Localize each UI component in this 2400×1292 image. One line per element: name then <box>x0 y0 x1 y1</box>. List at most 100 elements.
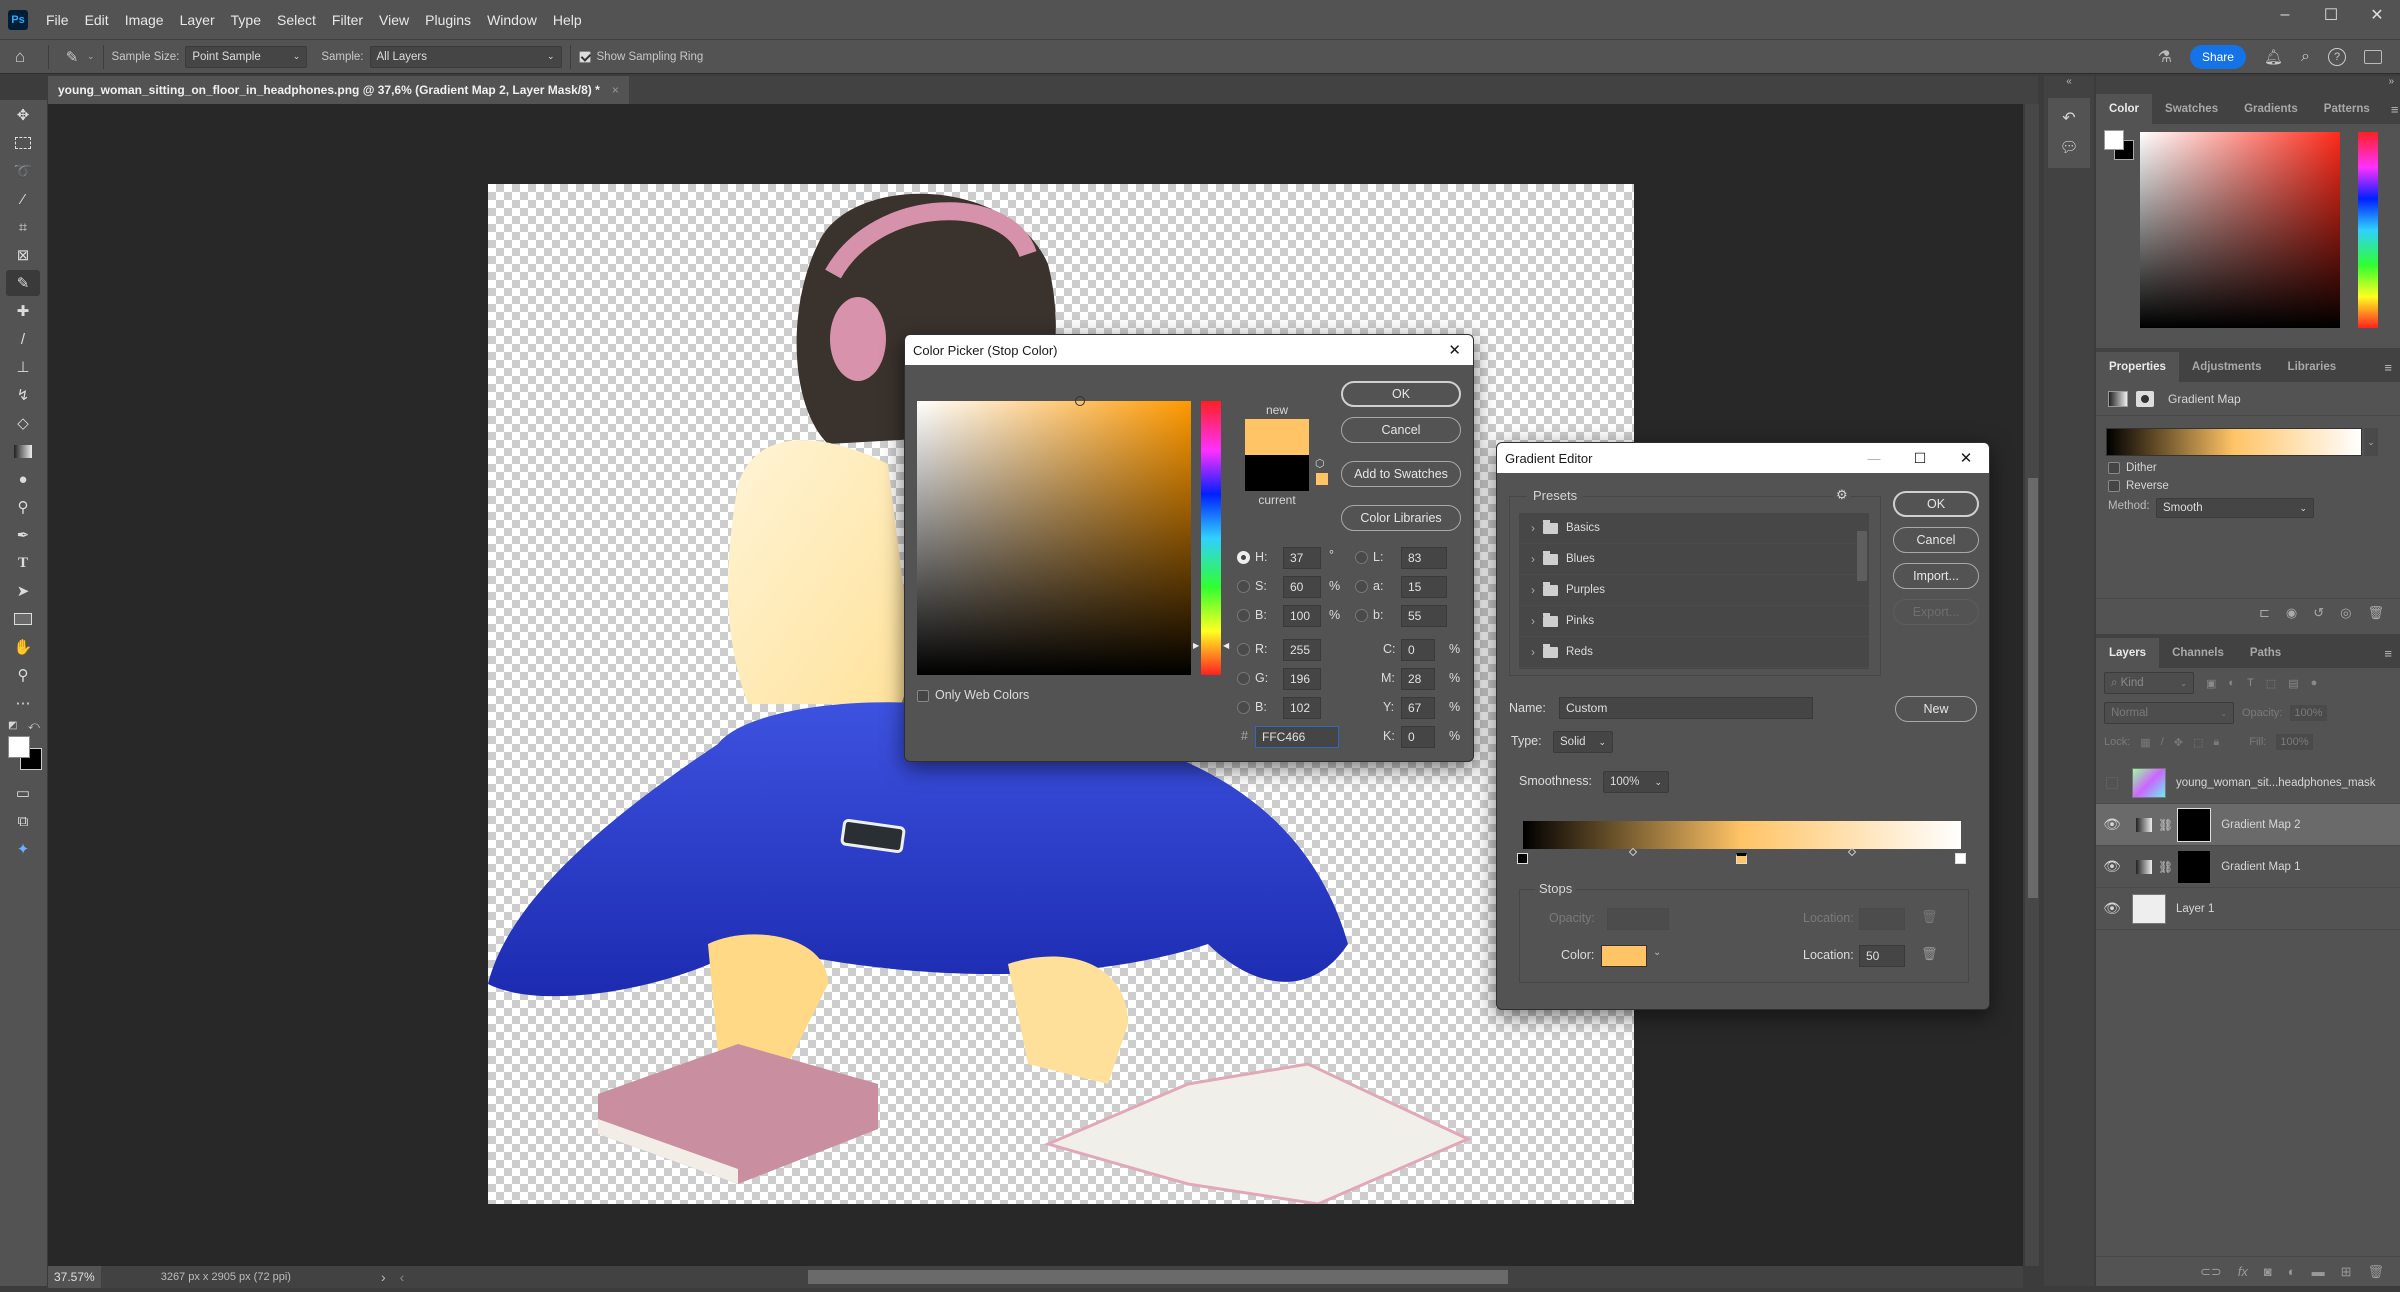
chevron-right-icon[interactable]: › <box>1531 552 1535 566</box>
filter-pixel-icon[interactable]: ▣ <box>2206 677 2216 690</box>
hex-input[interactable]: FFC466 <box>1255 726 1339 748</box>
delete-icon[interactable]: 🗑︎ <box>2367 605 2384 621</box>
document-tab[interactable]: young_woman_sitting_on_floor_in_headphon… <box>48 76 629 104</box>
tab-patterns[interactable]: Patterns <box>2311 94 2383 124</box>
stop-color-swatch[interactable] <box>1601 945 1647 967</box>
new-adjustment-layer-icon[interactable]: ◐ <box>2288 1264 2296 1279</box>
color-field[interactable] <box>2140 132 2340 328</box>
tab-paths[interactable]: Paths <box>2237 638 2294 668</box>
gradient-stops-track[interactable] <box>1517 847 1966 869</box>
import-button[interactable]: Import... <box>1893 563 1979 589</box>
scroll-left-arrow[interactable]: ‹ <box>400 1269 405 1285</box>
new-gradient-button[interactable]: New <box>1895 696 1977 722</box>
color-stop[interactable] <box>1736 853 1747 864</box>
workspace-icon[interactable] <box>2364 49 2382 64</box>
home-icon[interactable]: ⌂ <box>0 47 40 67</box>
color-stop[interactable] <box>1517 853 1528 864</box>
method-select[interactable]: Smooth ⌄ <box>2156 498 2314 518</box>
generative-icon[interactable]: ✦ <box>6 836 40 862</box>
bell-icon[interactable]: 🔔︎ <box>2264 48 2283 66</box>
new-group-icon[interactable]: ▬ <box>2312 1264 2325 1279</box>
fill-field[interactable]: 100% <box>2276 734 2313 750</box>
lightness-radio[interactable] <box>1355 551 1368 564</box>
lasso-tool-icon[interactable]: ➰ <box>6 158 40 184</box>
hue-slider-left-arrow[interactable]: ▶ <box>1193 641 1199 650</box>
add-to-swatches-button[interactable]: Add to Swatches <box>1341 461 1461 487</box>
tab-channels[interactable]: Channels <box>2159 638 2237 668</box>
red-radio[interactable] <box>1237 643 1250 656</box>
hue-slider[interactable] <box>2358 132 2378 328</box>
lock-all-icon[interactable]: 🔒︎ <box>2213 736 2219 749</box>
menu-view[interactable]: View <box>371 12 417 28</box>
lock-transparent-icon[interactable]: ▦ <box>2140 736 2150 749</box>
midpoint-diamond[interactable] <box>1628 847 1637 857</box>
gradient-name-input[interactable]: Custom <box>1559 697 1813 719</box>
default-colors-icon[interactable]: ◩ <box>8 720 17 731</box>
path-selection-tool-icon[interactable]: ➤ <box>6 578 40 604</box>
menu-plugins[interactable]: Plugins <box>417 12 479 28</box>
layer-effects-icon[interactable]: fx <box>2238 1264 2248 1279</box>
hand-tool-icon[interactable]: ✋ <box>6 634 40 660</box>
preset-folder-basics[interactable]: › Basics <box>1519 513 1869 544</box>
lock-artboard-icon[interactable]: ⬚ <box>2193 736 2203 749</box>
lock-image-icon[interactable]: / <box>2161 736 2164 748</box>
blur-tool-icon[interactable]: ● <box>6 466 40 492</box>
filter-smart-object-icon[interactable]: ▤ <box>2288 677 2298 690</box>
quick-mask-icon[interactable]: ▭ <box>6 780 40 806</box>
hue-input[interactable]: 37 <box>1283 547 1321 569</box>
visibility-toggle-off[interactable] <box>2106 776 2118 789</box>
clone-stamp-tool-icon[interactable]: ⊥ <box>6 354 40 380</box>
delete-layer-icon[interactable]: 🗑︎ <box>2367 1264 2384 1280</box>
status-menu-arrow[interactable]: › <box>381 1269 386 1285</box>
chevron-right-icon[interactable]: › <box>1531 583 1535 597</box>
eye-icon[interactable]: 👁︎ <box>2096 816 2128 833</box>
blend-mode-select[interactable]: Normal ⌄ <box>2104 702 2234 724</box>
clip-to-layer-icon[interactable]: ⊏ <box>2259 605 2270 621</box>
hue-radio[interactable] <box>1237 551 1250 564</box>
swap-colors-icon[interactable]: ⤺ <box>28 720 40 733</box>
tab-color[interactable]: Color <box>2096 94 2153 124</box>
color-stop[interactable] <box>1955 853 1966 864</box>
out-of-gamut-cube-icon[interactable]: ⬡ <box>1315 457 1325 470</box>
color-libraries-button[interactable]: Color Libraries <box>1341 505 1461 531</box>
link-icon[interactable]: ⛓ <box>2158 860 2173 874</box>
opacity-field[interactable]: 100% <box>2290 705 2327 721</box>
new-layer-icon[interactable]: ⊞ <box>2341 1264 2352 1280</box>
magenta-input[interactable]: 28 <box>1401 668 1435 690</box>
brightness-input[interactable]: 100 <box>1283 605 1321 627</box>
share-button[interactable]: Share <box>2189 44 2246 69</box>
brush-tool-icon[interactable]: / <box>6 326 40 352</box>
menu-window[interactable]: Window <box>479 12 545 28</box>
chevron-right-icon[interactable]: › <box>1531 521 1535 535</box>
tab-gradients[interactable]: Gradients <box>2231 94 2311 124</box>
more-tools-icon[interactable]: ⋯ <box>6 690 40 716</box>
color-field-cursor[interactable] <box>1075 396 1085 406</box>
healing-brush-tool-icon[interactable]: ✚ <box>6 298 40 324</box>
green-radio[interactable] <box>1237 672 1250 685</box>
panel-menu-icon[interactable]: ≡ <box>2376 638 2400 668</box>
saturation-input[interactable]: 60 <box>1283 576 1321 598</box>
horizontal-scrollbar-thumb[interactable] <box>808 1270 1508 1284</box>
cancel-button[interactable]: Cancel <box>1341 417 1461 443</box>
beaker-icon[interactable]: ⚗ <box>2158 47 2172 67</box>
zoom-level[interactable]: 37.57% <box>48 1266 101 1288</box>
pen-tool-icon[interactable]: ✒ <box>6 522 40 548</box>
chevron-down-icon[interactable]: ⌄ <box>87 51 95 62</box>
gradient-map-icon[interactable] <box>2108 390 2128 407</box>
saturation-brightness-field[interactable] <box>917 396 1191 675</box>
view-previous-state-icon[interactable]: ◉ <box>2286 605 2297 621</box>
tab-layers[interactable]: Layers <box>2096 638 2160 668</box>
expand-arrows-icon[interactable]: » <box>2096 76 2400 94</box>
menu-image[interactable]: Image <box>117 12 172 28</box>
gradient-bar[interactable] <box>1523 821 1961 849</box>
layer-mask-thumbnail[interactable] <box>2177 849 2212 884</box>
cancel-button[interactable]: Cancel <box>1893 527 1979 553</box>
close-icon[interactable]: ✕ <box>1448 341 1461 359</box>
lock-position-icon[interactable]: ✥ <box>2174 736 2183 749</box>
preset-folder-pinks[interactable]: › Pinks <box>1519 606 1869 637</box>
layer-row[interactable]: 👁︎ Layer 1 <box>2096 888 2400 930</box>
preset-folder-blues[interactable]: › Blues <box>1519 544 1869 575</box>
gradient-tool-icon[interactable] <box>6 438 40 464</box>
a-input[interactable]: 15 <box>1401 576 1447 598</box>
link-icon[interactable]: ⛓ <box>2158 818 2173 832</box>
